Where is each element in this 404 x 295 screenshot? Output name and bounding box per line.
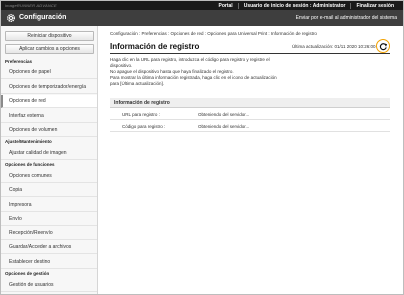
sidebar: Reiniciar dispositivo Aplicar cambios a … — [1, 26, 98, 294]
registration-url-row: URL para registro : Obteniendo del servi… — [110, 109, 390, 120]
sidebar-item-timer-energy[interactable]: Opciones de temporizador/energía — [1, 81, 97, 94]
gear-icon — [7, 14, 15, 22]
portal-link[interactable]: Portal — [214, 3, 238, 9]
section-preferences: Preferencias — [5, 59, 33, 64]
page-header: Configuración Enviar por e-mail al admin… — [1, 10, 403, 26]
description-text: Haga clic en la URL para registro, intro… — [110, 57, 320, 87]
page-title: Información de registro — [110, 42, 200, 51]
sidebar-item-receive-forward[interactable]: Recepción/Reenvío — [1, 227, 97, 240]
login-user-label: Usuario de inicio de sesión : Administra… — [237, 3, 351, 9]
sidebar-item-printer[interactable]: Impresora — [1, 199, 97, 212]
refresh-icon — [379, 42, 387, 50]
section-adjust-maintenance: Ajuste/Mantenimiento — [5, 139, 52, 144]
section-functions: Opciones de funciones — [5, 162, 55, 167]
registration-code-label: Código para registro : — [122, 124, 166, 129]
sidebar-item-set-destination[interactable]: Establecer destino — [1, 256, 97, 269]
header-title: Configuración — [19, 14, 67, 21]
registration-url-label: URL para registro : — [122, 112, 160, 117]
registration-code-row: Código para registro : Obteniendo del se… — [110, 121, 390, 132]
registration-info-header: Información de registro — [110, 98, 390, 108]
breadcrumb[interactable]: Configuración : Preferencias : Opciones … — [110, 31, 317, 36]
sidebar-item-common[interactable]: Opciones comunes — [1, 170, 97, 183]
sidebar-item-volume[interactable]: Opciones de volumen — [1, 124, 97, 137]
top-links: Portal Usuario de inicio de sesión : Adm… — [214, 2, 399, 10]
title-divider — [110, 53, 390, 54]
registration-code-value: Obteniendo del servidor... — [198, 124, 250, 129]
top-bar: imageRUNNER ADVANCE Portal Usuario de in… — [1, 1, 403, 10]
sidebar-item-image-quality[interactable]: Ajustar calidad de imagen — [1, 147, 97, 160]
sidebar-item-user-management[interactable]: Gestión de usuarios — [1, 279, 97, 292]
sidebar-item-external-interface[interactable]: Interfaz externa — [1, 110, 97, 123]
apply-settings-button[interactable]: Aplicar cambios a opciones — [5, 44, 94, 54]
mail-admin-link[interactable]: Enviar por e-mail al administrador del s… — [296, 15, 397, 21]
sidebar-item-send[interactable]: Envío — [1, 213, 97, 226]
sidebar-item-network[interactable]: Opciones de red — [1, 95, 97, 108]
logout-link[interactable]: Finalizar sesión — [350, 3, 399, 9]
brand-logo: imageRUNNER ADVANCE — [5, 3, 57, 8]
section-management: Opciones de gestión — [5, 271, 50, 276]
sidebar-item-paper[interactable]: Opciones de papel — [1, 66, 97, 79]
main-content: Configuración : Preferencias : Opciones … — [98, 26, 403, 294]
sidebar-item-copy[interactable]: Copia — [1, 184, 97, 197]
refresh-button[interactable] — [376, 39, 390, 53]
sidebar-item-store-access-files[interactable]: Guardar/Acceder a archivos — [1, 241, 97, 254]
registration-url-value: Obteniendo del servidor... — [198, 112, 250, 117]
last-updated-label: Última actualización: 01/11 2020 10:26:0… — [292, 44, 376, 49]
restart-device-button[interactable]: Reiniciar dispositivo — [5, 31, 94, 41]
description-line: para [Última actualización]. — [110, 81, 165, 86]
